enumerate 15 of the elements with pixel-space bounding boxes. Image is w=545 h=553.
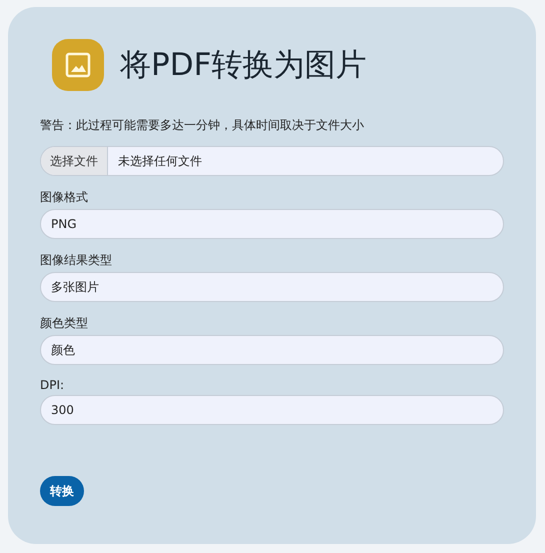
field-label: DPI: [40,378,66,392]
field-label: 颜色类型 [40,315,89,332]
file-input[interactable]: 选择文件 未选择任何文件 [40,146,504,176]
choose-file-button[interactable]: 选择文件 [41,147,108,175]
warning-text: 警告：此过程可能需要多达一分钟，具体时间取决于文件大小 [40,117,365,134]
field-label: 图像格式 [40,189,89,206]
file-status: 未选择任何文件 [117,152,203,170]
field-label: 图像结果类型 [40,252,113,269]
convert-button[interactable]: 转换 [40,476,84,506]
input-field[interactable]: 300 [40,395,504,425]
input-field[interactable]: PNG [40,209,504,239]
input-field[interactable]: 多张图片 [40,272,504,302]
page-title: 将PDF转换为图片 [120,46,366,85]
input-field[interactable]: 颜色 [40,335,504,365]
image-icon [52,39,104,91]
